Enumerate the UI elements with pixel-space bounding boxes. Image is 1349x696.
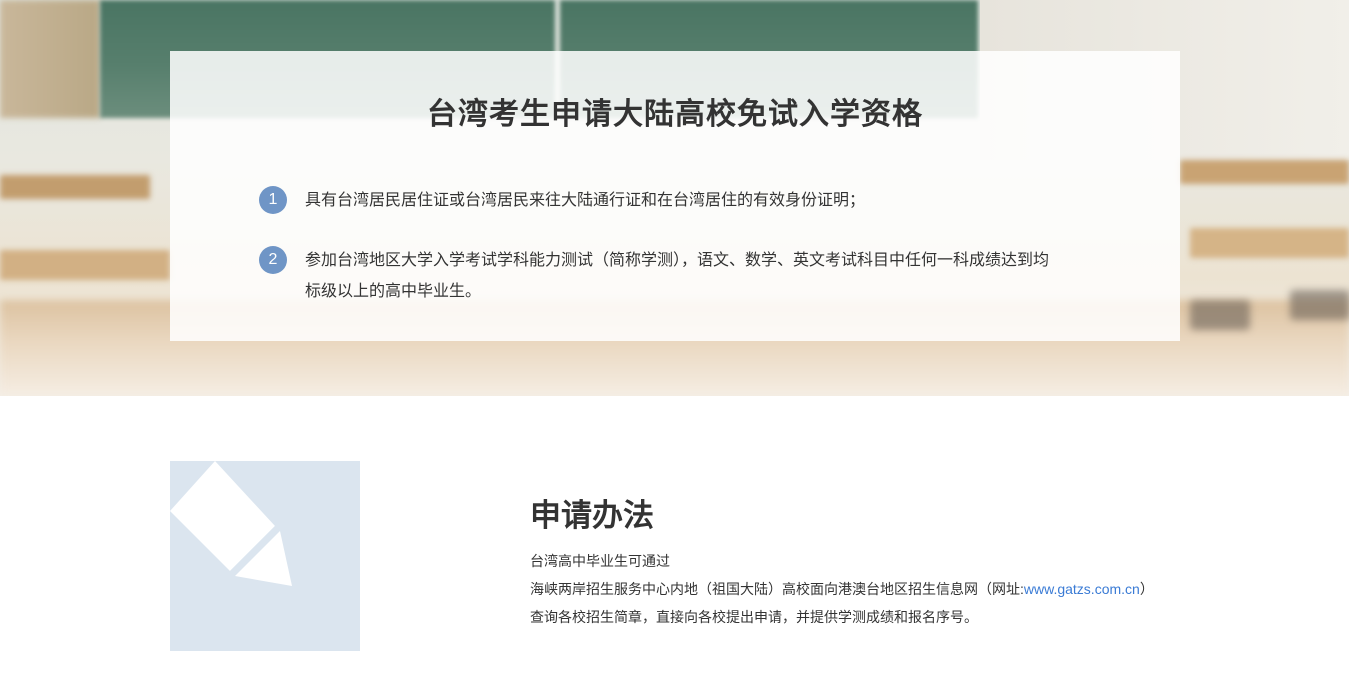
requirement-number-badge: 1 [259, 186, 287, 214]
apply-line: 台湾高中毕业生可通过 [530, 553, 670, 569]
requirement-text: 具有台湾居民居住证或台湾居民来往大陆通行证和在台湾居住的有效身份证明； [305, 192, 866, 209]
qualification-card: 台湾考生申请大陆高校免试入学资格 1 具有台湾居民居住证或台湾居民来往大陆通行证… [170, 51, 1180, 341]
background-wall [0, 0, 100, 118]
qualification-title: 台湾考生申请大陆高校免试入学资格 [427, 98, 923, 131]
background-chair [1190, 300, 1250, 330]
requirement-item: 1 具有台湾居民居住证或台湾居民来往大陆通行证和在台湾居住的有效身份证明； [259, 186, 1059, 216]
background-desk [1190, 228, 1349, 258]
pencil-icon [170, 461, 360, 651]
hero-banner: 台湾考生申请大陆高校免试入学资格 1 具有台湾居民居住证或台湾居民来往大陆通行证… [0, 0, 1349, 396]
background-desk [0, 175, 150, 199]
background-chair [1290, 290, 1349, 320]
apply-line-text: ） [1139, 581, 1154, 597]
apply-method-title: 申请办法 [530, 498, 654, 533]
background-desk [1180, 160, 1349, 184]
apply-method-description: 台湾高中毕业生可通过 海峡两岸招生服务中心内地（祖国大陆）高校面向港澳台地区招生… [530, 547, 1230, 631]
apply-line: 查询各校招生简章，直接向各校提出申请，并提供学测成绩和报名序号。 [530, 609, 978, 625]
apply-line: 海峡两岸招生服务中心内地（祖国大陆）高校面向港澳台地区招生信息网（网址:www.… [530, 575, 1230, 603]
requirement-text: 参加台湾地区大学入学考试学科能力测试（简称学测），语文、数学、英文考试科目中任何… [305, 252, 1050, 300]
gatzs-website-link[interactable]: www.gatzs.com.cn [1024, 581, 1140, 597]
background-desk [0, 250, 170, 280]
apply-line-text: 海峡两岸招生服务中心内地（祖国大陆）高校面向港澳台地区招生信息网（网址: [530, 581, 1024, 597]
requirement-item: 2 参加台湾地区大学入学考试学科能力测试（简称学测），语文、数学、英文考试科目中… [259, 246, 1059, 307]
requirement-number-badge: 2 [259, 246, 287, 274]
